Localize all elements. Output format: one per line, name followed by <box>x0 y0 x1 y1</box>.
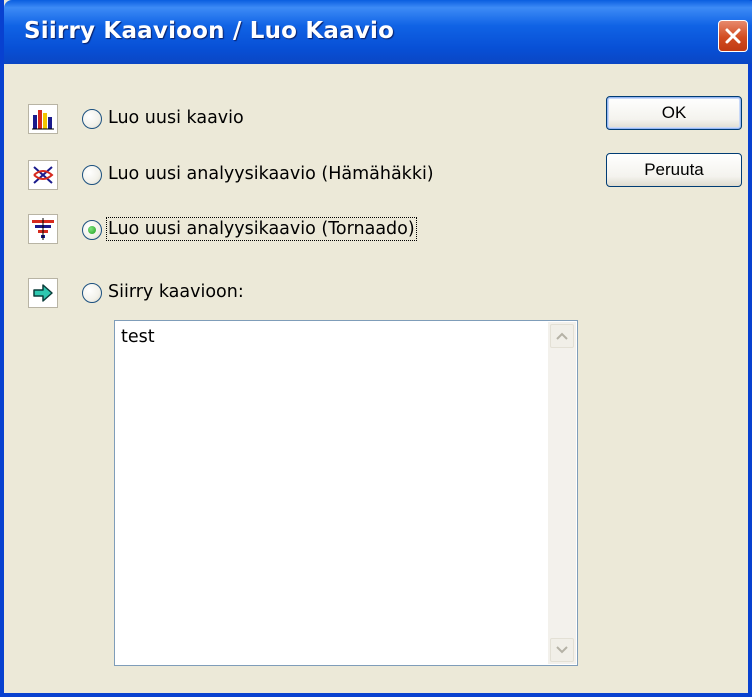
chevron-down-icon <box>556 646 568 654</box>
option-label-new-chart[interactable]: Luo uusi kaavio <box>108 108 244 128</box>
arrow-right-icon <box>28 278 58 308</box>
list-item[interactable]: test <box>121 327 155 347</box>
dialog-title: Siirry Kaavioon / Luo Kaavio <box>24 18 395 44</box>
option-label-spider-chart[interactable]: Luo uusi analyysikaavio (Hämähäkki) <box>108 164 434 184</box>
option-label-go-to-chart[interactable]: Siirry kaavioon: <box>108 282 244 302</box>
chevron-up-icon <box>556 332 568 340</box>
title-bar: Siirry Kaavioon / Luo Kaavio <box>4 0 752 64</box>
radio-selected-dot <box>88 226 96 234</box>
close-button[interactable] <box>718 20 748 52</box>
tornado-chart-icon <box>28 214 58 244</box>
cancel-button[interactable]: Peruuta <box>606 153 742 187</box>
radio-tornado-chart[interactable] <box>82 220 102 240</box>
chart-listbox[interactable]: test <box>114 320 578 666</box>
ok-button[interactable]: OK <box>606 96 742 130</box>
radio-new-chart[interactable] <box>82 109 102 129</box>
radio-spider-chart[interactable] <box>82 165 102 185</box>
dialog-window: Siirry Kaavioon / Luo Kaavio Luo uusi ka… <box>0 0 752 697</box>
bar-chart-icon <box>28 104 58 134</box>
vertical-scrollbar[interactable] <box>548 322 576 664</box>
close-icon <box>725 28 741 44</box>
spider-chart-icon <box>28 160 58 190</box>
scroll-up-button[interactable] <box>550 324 574 348</box>
scroll-down-button[interactable] <box>550 638 574 662</box>
option-label-tornado-chart[interactable]: Luo uusi analyysikaavio (Tornaado) <box>106 217 417 241</box>
radio-go-to-chart[interactable] <box>82 283 102 303</box>
